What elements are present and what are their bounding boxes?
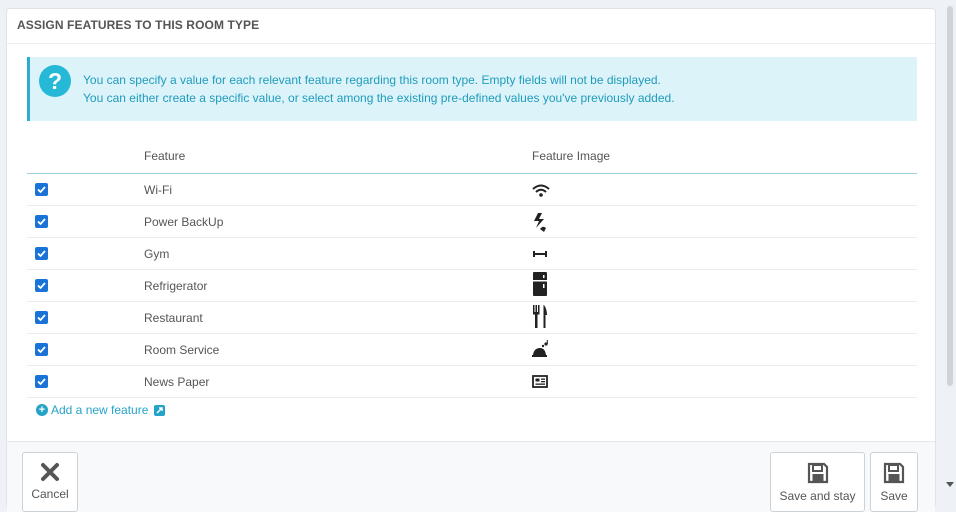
feature-checkbox[interactable] bbox=[35, 215, 48, 228]
newspaper-icon bbox=[530, 371, 552, 393]
dumbbell-icon bbox=[530, 243, 552, 265]
close-icon bbox=[41, 463, 59, 481]
table-header: Feature Feature Image bbox=[27, 140, 917, 174]
table-row: Restaurant bbox=[27, 302, 917, 334]
feature-name: Refrigerator bbox=[144, 279, 208, 293]
feature-checkbox[interactable] bbox=[35, 183, 48, 196]
panel-title: ASSIGN FEATURES TO THIS ROOM TYPE bbox=[7, 9, 935, 44]
feature-name: Wi-Fi bbox=[144, 183, 172, 197]
floppy-disk-icon bbox=[883, 462, 905, 484]
scrollbar-thumb[interactable] bbox=[947, 6, 953, 386]
feature-name: Gym bbox=[144, 247, 170, 261]
add-new-feature-link[interactable]: + Add a new feature bbox=[36, 403, 166, 417]
external-link-icon bbox=[154, 404, 166, 416]
alert-text-line-1: You can specify a value for each relevan… bbox=[83, 73, 661, 87]
table-row: Wi-Fi bbox=[27, 174, 917, 206]
add-new-feature-label: Add a new feature bbox=[51, 403, 149, 417]
fork-knife-icon bbox=[530, 303, 552, 328]
page-scrollbar[interactable] bbox=[944, 0, 956, 494]
panel-footer: Cancel Save and stay Save bbox=[7, 441, 935, 512]
save-and-stay-button[interactable]: Save and stay bbox=[770, 452, 865, 512]
features-table: Feature Feature Image Wi-Fi Power BackUp… bbox=[27, 140, 917, 398]
feature-checkbox[interactable] bbox=[35, 375, 48, 388]
refrigerator-icon bbox=[530, 271, 552, 296]
feature-name: News Paper bbox=[144, 375, 210, 389]
table-row: Power BackUp bbox=[27, 206, 917, 238]
floppy-disk-icon bbox=[807, 462, 828, 484]
feature-name: Room Service bbox=[144, 343, 220, 357]
feature-checkbox[interactable] bbox=[35, 311, 48, 324]
info-alert: ? You can specify a value for each relev… bbox=[27, 57, 917, 121]
wifi-icon bbox=[530, 179, 552, 201]
alert-text-line-2: You can either create a specific value, … bbox=[83, 91, 675, 105]
plus-circle-icon: + bbox=[36, 404, 48, 416]
table-row: Refrigerator bbox=[27, 270, 917, 302]
feature-name: Restaurant bbox=[144, 311, 203, 325]
save-and-stay-label: Save and stay bbox=[779, 489, 856, 503]
cancel-label: Cancel bbox=[31, 487, 69, 501]
save-button[interactable]: Save bbox=[870, 452, 918, 512]
feature-image-column-header: Feature Image bbox=[532, 149, 611, 163]
service-bell-icon bbox=[530, 339, 552, 361]
feature-checkbox[interactable] bbox=[35, 279, 48, 292]
cancel-button[interactable]: Cancel bbox=[22, 452, 78, 512]
feature-checkbox[interactable] bbox=[35, 247, 48, 260]
save-label: Save bbox=[880, 489, 908, 503]
scroll-down-arrow-icon[interactable] bbox=[946, 482, 954, 487]
table-row: Gym bbox=[27, 238, 917, 270]
feature-name: Power BackUp bbox=[144, 215, 224, 229]
feature-checkbox[interactable] bbox=[35, 343, 48, 356]
question-icon: ? bbox=[39, 65, 71, 97]
room-type-features-panel: ASSIGN FEATURES TO THIS ROOM TYPE ? You … bbox=[6, 8, 936, 512]
table-row: Room Service bbox=[27, 334, 917, 366]
feature-column-header: Feature bbox=[144, 149, 186, 163]
power-backup-icon bbox=[530, 211, 552, 233]
table-row: News Paper bbox=[27, 366, 917, 398]
